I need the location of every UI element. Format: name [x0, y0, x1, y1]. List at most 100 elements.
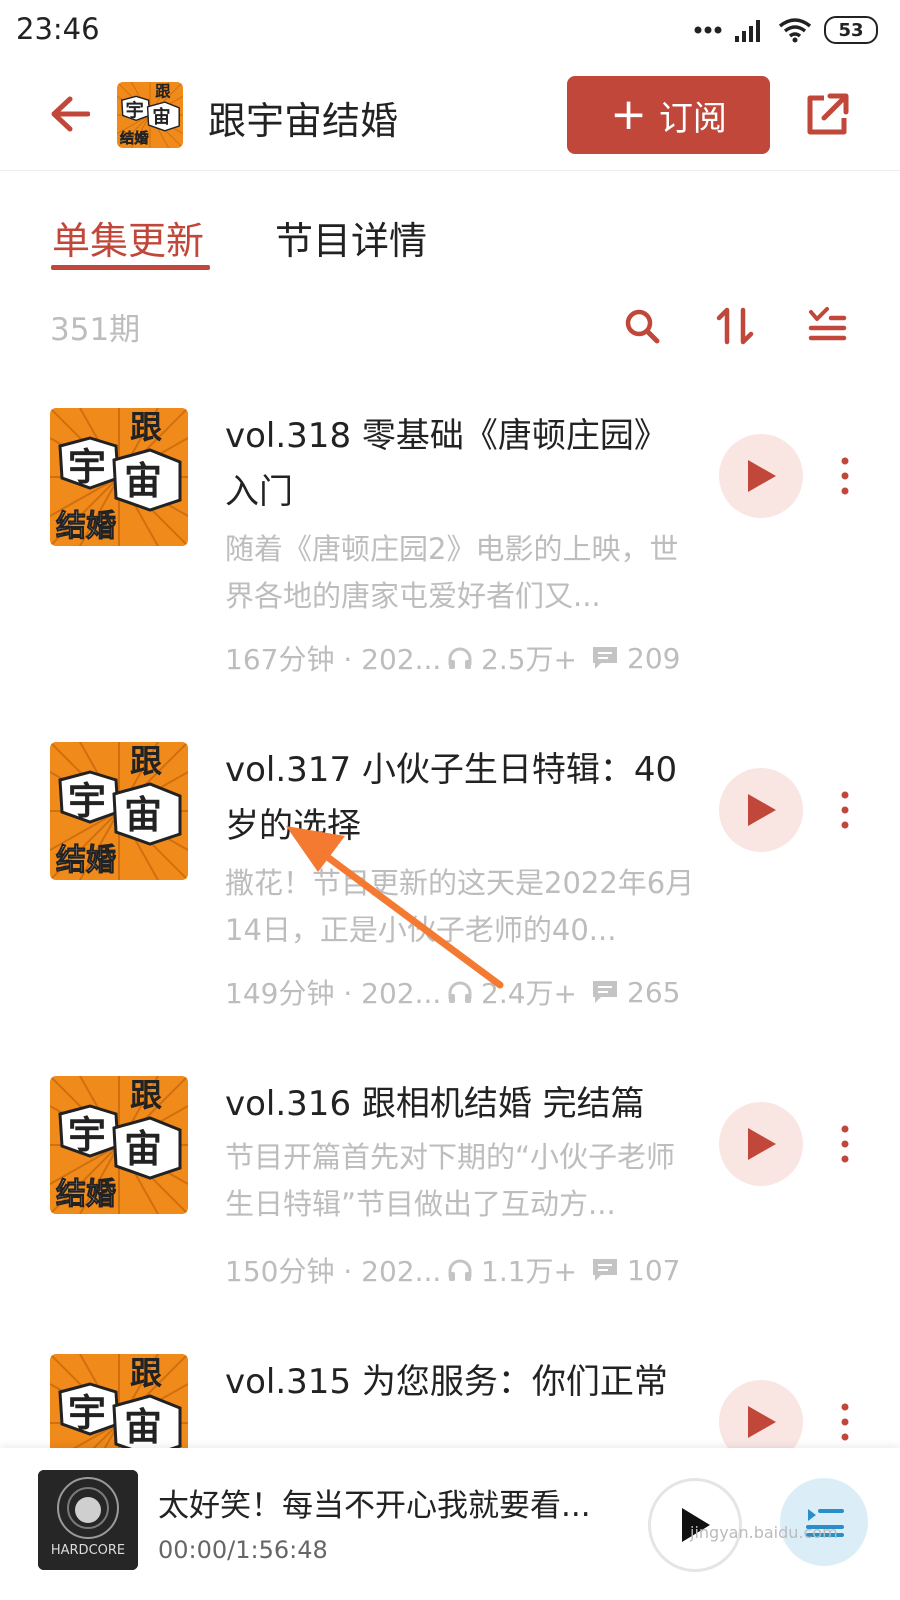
episode-count: 351期 — [50, 312, 141, 348]
episode-cover: 跟 宇 宙 结婚 — [50, 408, 188, 546]
back-arrow-icon — [51, 96, 90, 132]
header: 跟 宇 宙 结婚 跟宇宙结婚 + 订阅 — [0, 62, 900, 171]
cover-text: 跟 — [130, 408, 162, 446]
share-icon — [807, 93, 849, 135]
headphones-icon — [447, 1257, 473, 1283]
watermark-text: jingyan.baidu.com — [690, 1523, 838, 1542]
episode-comments: 107 — [627, 1253, 681, 1287]
episode-title: vol.316 跟相机结婚 完结篇 — [225, 1084, 645, 1124]
episode-meta: 150分钟 · 202... 1.1万+ 107 — [225, 1250, 705, 1290]
episode-play-button[interactable] — [719, 434, 803, 518]
episode-play-button[interactable] — [719, 768, 803, 852]
plus-icon: + — [610, 89, 647, 140]
episode-duration: 149分钟 · 202... — [225, 977, 442, 1010]
episode-play-button[interactable] — [719, 1102, 803, 1186]
episode-more-button[interactable] — [830, 780, 860, 840]
play-icon — [748, 1128, 776, 1160]
mini-player[interactable]: HARDCORE 太好笑！每当不开心我就要看... 00:00/1:56:48 … — [0, 1448, 900, 1600]
signal-icon — [735, 20, 760, 42]
episode-more-button[interactable] — [830, 1114, 860, 1174]
cover-text: 宙 — [124, 459, 162, 503]
episode-plays: 2.4万+ — [481, 977, 577, 1010]
status-bar: 23:46 53 — [0, 0, 900, 62]
search-icon — [625, 309, 660, 344]
cover-text: 结婚 — [56, 843, 116, 878]
cover-logo-text: HARDCORE — [51, 1543, 125, 1558]
cover-text: 跟 — [130, 1354, 162, 1392]
wifi-icon — [778, 18, 812, 43]
episode-cover: 跟 宇 宙 结婚 — [50, 1076, 188, 1214]
filter-list-icon — [808, 307, 847, 341]
more-vert-icon — [841, 1403, 849, 1441]
more-vert-icon — [841, 791, 849, 829]
list-toolbar: 351期 — [0, 296, 900, 356]
back-button[interactable] — [44, 88, 96, 140]
play-icon — [748, 1406, 776, 1438]
sort-button[interactable] — [711, 302, 759, 350]
more-vert-icon — [841, 457, 849, 495]
cover-text: 跟 — [155, 82, 171, 100]
cover-text: 宇 — [68, 1113, 106, 1157]
now-playing-time: 00:00/1:56:48 — [158, 1536, 328, 1564]
episode-comments: 265 — [627, 975, 681, 1009]
episode-meta: 167分钟 · 202... 2.5万+ 209 — [225, 638, 705, 678]
cover-text: 宇 — [68, 1391, 106, 1435]
cover-text: 结婚 — [56, 1177, 116, 1212]
sort-icon — [716, 307, 754, 345]
episode-cover-art: 跟 宇 宙 结婚 — [50, 408, 188, 546]
episode-duration: 167分钟 · 202... — [225, 643, 442, 676]
cover-text: 宇 — [126, 99, 144, 121]
battery-indicator: 53 — [824, 16, 878, 44]
comment-icon — [591, 979, 619, 1005]
episode-comments: 209 — [627, 641, 681, 675]
filter-button[interactable] — [803, 302, 851, 350]
active-tab-indicator — [51, 265, 210, 270]
status-time: 23:46 — [16, 12, 100, 46]
cover-text: 宙 — [124, 793, 162, 837]
podcast-title: 跟宇宙结婚 — [208, 99, 399, 143]
subscribe-button[interactable]: + 订阅 — [567, 76, 770, 154]
now-playing-cover: HARDCORE — [38, 1470, 138, 1570]
podcast-cover: 跟 宇 宙 结婚 — [117, 82, 183, 148]
headphones-icon — [447, 645, 473, 671]
episode-more-button[interactable] — [830, 446, 860, 506]
episode-duration: 150分钟 · 202... — [225, 1255, 442, 1288]
cover-text: 跟 — [130, 1076, 162, 1114]
cover-text: 宙 — [152, 106, 170, 128]
episode-cover: 跟 宇 宙 结婚 — [50, 742, 188, 880]
episode-meta: 149分钟 · 202... 2.4万+ 265 — [225, 972, 705, 1012]
headphones-icon — [447, 979, 473, 1005]
share-button[interactable] — [800, 88, 854, 142]
now-playing-cover-art: HARDCORE — [38, 1470, 138, 1570]
episode-plays: 2.5万+ — [481, 643, 577, 676]
comment-icon — [591, 1257, 619, 1283]
status-icons: 53 — [694, 14, 878, 46]
cover-text: 跟 — [130, 742, 162, 780]
playlist-button[interactable] — [780, 1478, 868, 1566]
episode-more-button[interactable] — [830, 1392, 860, 1452]
dots-icon — [694, 26, 722, 34]
subscribe-label: 订阅 — [658, 98, 727, 139]
tab-episodes[interactable]: 单集更新 — [52, 210, 204, 265]
cover-text: 宇 — [68, 779, 106, 823]
episode-description: 随着《唐顿庄园2》电影的上映，世界各地的唐家屯爱好者们又... — [225, 532, 679, 613]
cover-text: 宙 — [124, 1127, 162, 1171]
episode-title: vol.318 零基础《唐顿庄园》入门 — [225, 416, 668, 512]
cover-text: 结婚 — [56, 509, 116, 544]
more-vert-icon — [841, 1125, 849, 1163]
episode-plays: 1.1万+ — [481, 1255, 577, 1288]
tab-details[interactable]: 节目详情 — [275, 210, 427, 265]
search-button[interactable] — [618, 302, 666, 350]
play-icon — [748, 460, 776, 492]
tab-bar: 单集更新 节目详情 — [0, 200, 900, 278]
episode-cover-art: 跟 宇 宙 结婚 — [50, 742, 188, 880]
episode-title: vol.317 小伙子生日特辑：40岁的选择 — [225, 750, 678, 846]
comment-icon — [591, 645, 619, 671]
podcast-cover-art: 跟 宇 宙 结婚 — [117, 82, 183, 148]
episode-title: vol.315 为您服务：你们正常 — [225, 1362, 668, 1402]
cover-text: 宙 — [124, 1405, 162, 1449]
cover-text: 结婚 — [120, 129, 149, 147]
episode-description: 节目开篇首先对下期的“小伙子老师生日特辑”节目做出了互动方... — [225, 1140, 676, 1221]
cover-text: 宇 — [68, 445, 106, 489]
play-icon — [748, 794, 776, 826]
